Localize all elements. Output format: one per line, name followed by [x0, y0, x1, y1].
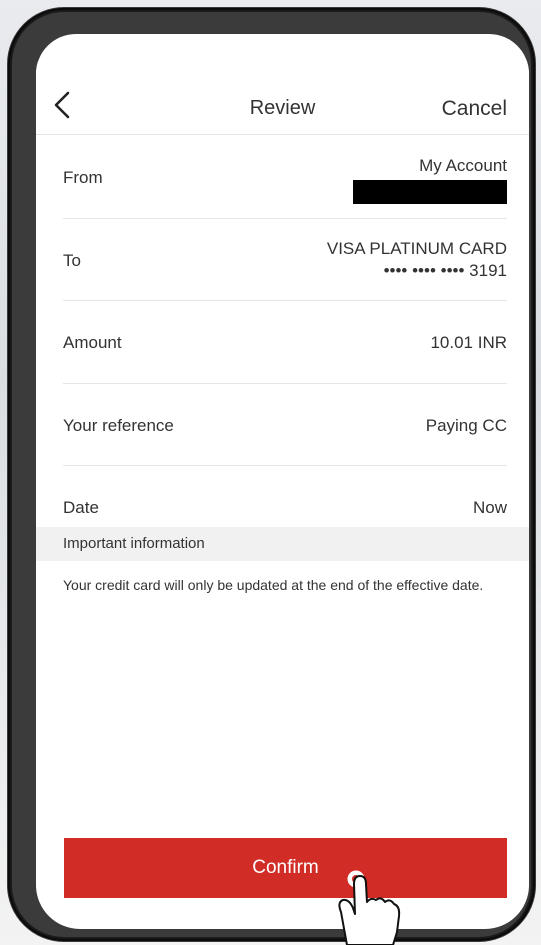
confirm-button[interactable]: Confirm — [64, 838, 507, 898]
important-info-heading: Important information — [63, 535, 205, 552]
tap-hand-icon — [338, 865, 401, 945]
date-value: Now — [472, 498, 507, 517]
from-value: My Account — [419, 156, 507, 175]
reference-value: Paying CC — [425, 416, 507, 435]
amount-label: Amount — [63, 333, 122, 352]
important-info-header: Important information — [36, 527, 529, 561]
app-screen: Review Cancel From My Account To VISA PL… — [36, 34, 529, 929]
to-label: To — [63, 251, 81, 270]
card-number-masked: •••• •••• •••• 3191 — [383, 261, 507, 280]
phone-frame: Review Cancel From My Account To VISA PL… — [8, 8, 535, 941]
date-row: Date Now — [63, 465, 507, 527]
reference-label: Your reference — [63, 416, 174, 435]
nav-header: Review Cancel — [36, 60, 529, 135]
amount-row: Amount 10.01 INR — [63, 300, 507, 384]
to-row: To VISA PLATINUM CARD •••• •••• •••• 319… — [63, 218, 507, 301]
reference-row: Your reference Paying CC — [63, 383, 507, 466]
important-info-text: Your credit card will only be updated at… — [63, 577, 484, 593]
redacted-account-number — [353, 180, 507, 204]
phone-bezel: Review Cancel From My Account To VISA PL… — [12, 12, 531, 937]
cancel-button[interactable]: Cancel — [442, 97, 507, 121]
date-label: Date — [63, 498, 99, 517]
amount-value: 10.01 INR — [430, 333, 507, 352]
to-value: VISA PLATINUM CARD — [326, 239, 507, 258]
from-label: From — [63, 168, 103, 187]
from-row: From My Account — [63, 135, 507, 219]
